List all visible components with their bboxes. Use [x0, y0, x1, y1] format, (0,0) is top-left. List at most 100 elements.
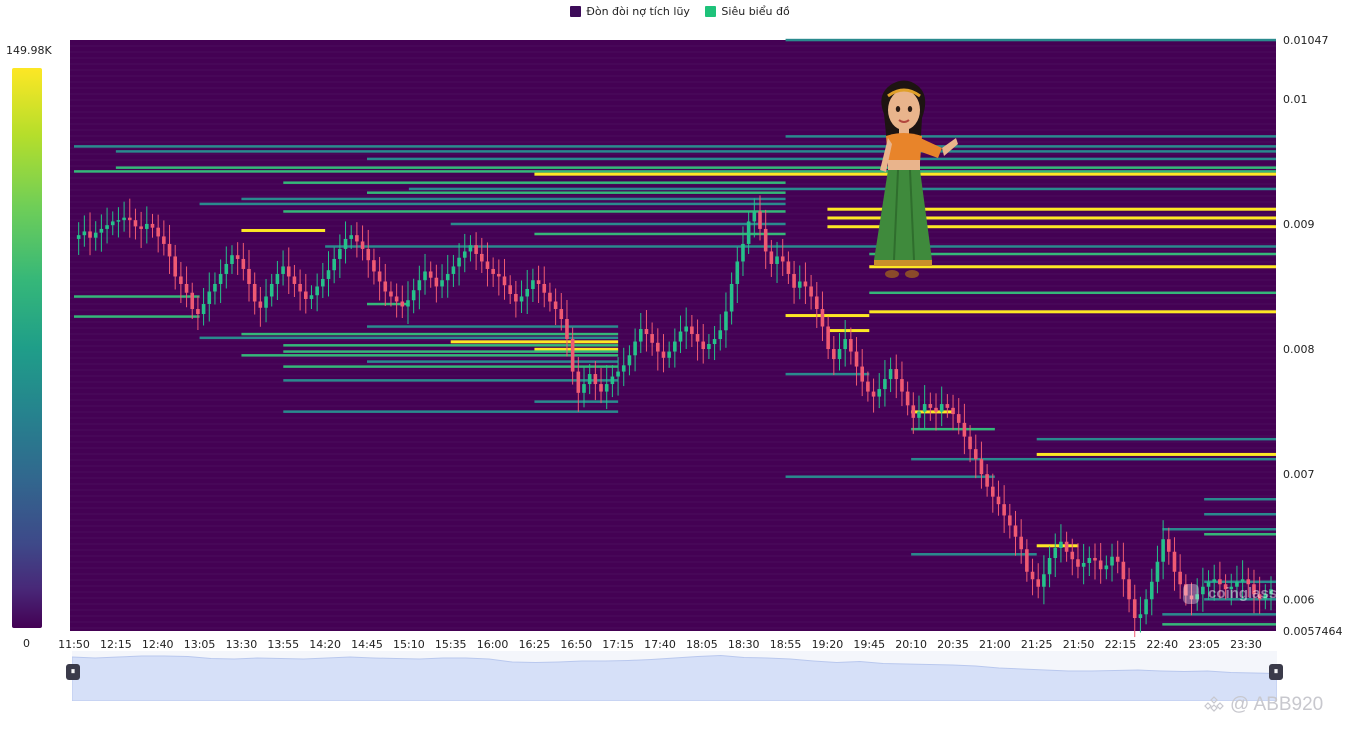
- liquidation-level-low: [367, 157, 1276, 161]
- time-range-navigator[interactable]: [72, 651, 1277, 701]
- liquidation-level-mid: [283, 210, 786, 213]
- candle-down: [542, 283, 547, 293]
- liquidation-level-low: [241, 197, 786, 201]
- liquidation-level-low: [911, 553, 1037, 556]
- candle-down: [252, 283, 257, 302]
- candle-down: [866, 381, 870, 392]
- candle-down: [150, 223, 155, 228]
- x-tick-label: 19:20: [812, 638, 844, 651]
- candle-down: [570, 339, 575, 372]
- liquidation-level-low: [325, 245, 1277, 248]
- candle-down: [553, 301, 558, 310]
- candle-down: [956, 414, 961, 423]
- candle-down: [996, 496, 1001, 505]
- liquidation-level-low: [1204, 497, 1276, 501]
- candle-up: [843, 339, 847, 350]
- candle-up: [440, 280, 444, 287]
- candle-up: [1047, 557, 1052, 575]
- candle-up: [667, 351, 671, 358]
- x-tick-label: 21:25: [1021, 638, 1053, 651]
- candle-down: [286, 266, 291, 277]
- candle-up: [724, 311, 728, 331]
- candle-down: [548, 292, 552, 302]
- candle-up: [116, 220, 121, 222]
- x-tick-label: 18:55: [770, 638, 802, 651]
- candle-down: [1178, 571, 1182, 585]
- x-tick-label: 20:10: [895, 638, 927, 651]
- liquidation-level-low: [74, 145, 1276, 148]
- liquidation-level-mid: [283, 365, 619, 368]
- candle-down: [661, 351, 666, 358]
- navigator-left-handle[interactable]: ⏸: [66, 664, 80, 680]
- candle-up: [519, 296, 524, 302]
- x-tick-label: 23:05: [1188, 638, 1220, 651]
- liquidation-level-low: [785, 38, 1276, 42]
- candle-down: [298, 283, 302, 292]
- x-tick-label: 13:05: [184, 638, 216, 651]
- liquidation-level-mid: [283, 344, 619, 347]
- candle-down: [162, 236, 166, 244]
- candle-down: [491, 268, 495, 274]
- candle-down: [360, 241, 365, 249]
- candle-down: [1070, 551, 1075, 560]
- candle-down: [656, 342, 660, 352]
- candle-up: [326, 270, 331, 279]
- candle-down: [1115, 556, 1120, 562]
- candle-up: [718, 330, 723, 340]
- candle-up: [218, 273, 223, 284]
- liquidation-level-mid: [115, 166, 1276, 169]
- candle-up: [201, 303, 206, 315]
- navigator-right-handle[interactable]: ⏸: [1269, 664, 1283, 680]
- binance-diamond-icon: [1204, 696, 1224, 712]
- candle-down: [644, 329, 649, 335]
- candle-up: [922, 404, 927, 412]
- liquidation-heatmap-chart[interactable]: 0.01047 0.01 0.009 0.008 0.007 0.006 0.0057464…: [0, 0, 1360, 731]
- y-tick-label: 0.008: [1283, 343, 1315, 356]
- candle-up: [531, 280, 535, 289]
- y-axis: 0.01047 0.01 0.009 0.008 0.007 0.006 0.0057464: [1283, 34, 1343, 638]
- candle-up: [684, 326, 688, 332]
- x-axis: 11:50 12:15 12:40 13:05 13:30 13:55 14:20 14:45…: [58, 638, 1262, 651]
- candle-down: [701, 341, 706, 350]
- candle-down: [292, 276, 297, 284]
- candle-up: [729, 283, 734, 312]
- x-tick-label: 17:15: [602, 638, 634, 651]
- liquidation-level-low: [115, 150, 1276, 153]
- liquidation-level-low: [1162, 528, 1276, 531]
- candle-up: [627, 355, 632, 366]
- candle-down: [593, 374, 598, 385]
- candle-down: [179, 276, 183, 284]
- candle-down: [576, 371, 581, 393]
- x-tick-label: 14:45: [351, 638, 383, 651]
- candle-up: [321, 278, 325, 287]
- candle-up: [207, 291, 212, 304]
- candle-up: [230, 255, 234, 264]
- heatmap-background: [70, 40, 1276, 631]
- candle-down: [88, 231, 92, 238]
- liquidation-level-mid: [869, 291, 1276, 295]
- candle-up: [105, 225, 109, 229]
- candle-down: [1036, 579, 1041, 587]
- candle-up: [678, 331, 683, 342]
- candle-down: [979, 459, 984, 475]
- candle-down: [780, 256, 785, 262]
- candle-down: [911, 405, 916, 418]
- candle-up: [1240, 579, 1245, 582]
- candle-up: [939, 404, 944, 412]
- candle-up: [406, 300, 410, 307]
- candle-up: [281, 266, 285, 274]
- candle-down: [474, 245, 478, 254]
- x-tick-label: 21:50: [1063, 638, 1095, 651]
- candle-up: [445, 273, 450, 281]
- candle-up: [633, 341, 637, 356]
- candle-down: [945, 404, 950, 408]
- candle-down: [184, 283, 189, 293]
- candle-down: [786, 261, 791, 274]
- navigator-area: [72, 654, 1277, 701]
- candle-down: [854, 351, 859, 367]
- candle-down: [355, 235, 359, 242]
- candle-down: [758, 211, 762, 229]
- candle-up: [264, 296, 268, 308]
- candle-down: [303, 291, 308, 299]
- candle-up: [1059, 541, 1063, 548]
